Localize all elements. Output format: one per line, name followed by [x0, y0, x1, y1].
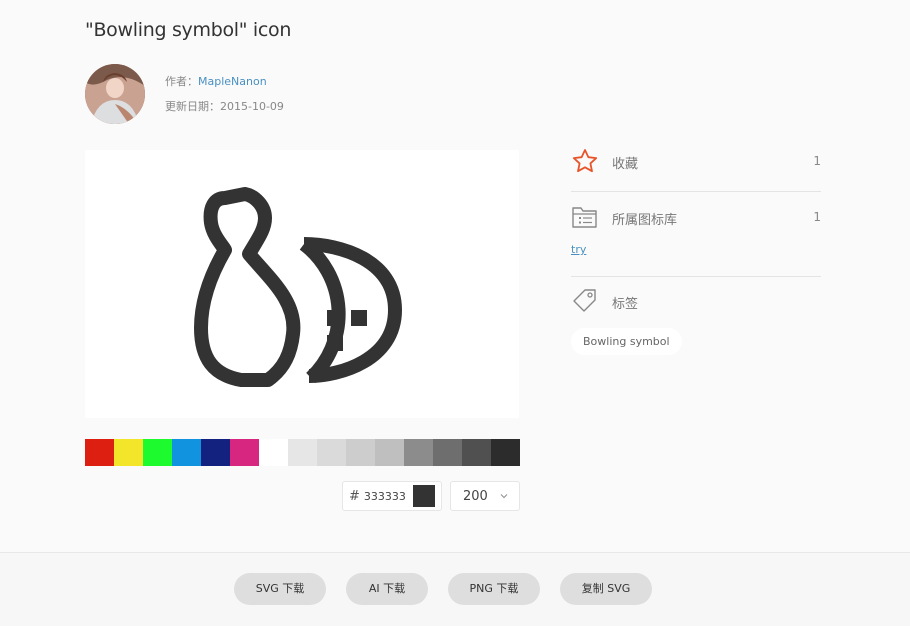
size-select[interactable]: 200	[450, 481, 520, 511]
folder-list-icon	[572, 207, 597, 228]
color-swatch[interactable]	[375, 439, 404, 466]
color-swatch[interactable]	[259, 439, 288, 466]
color-swatch[interactable]	[346, 439, 375, 466]
color-swatch[interactable]	[462, 439, 491, 466]
color-swatch[interactable]	[404, 439, 433, 466]
author-label: 作者：	[165, 75, 198, 88]
png-download-button[interactable]: PNG 下载	[448, 573, 540, 605]
color-swatch[interactable]	[143, 439, 172, 466]
avatar-image	[85, 64, 145, 124]
tag-icon	[573, 289, 596, 312]
color-swatch[interactable]	[317, 439, 346, 466]
hash-symbol: #	[349, 488, 360, 504]
update-date-line: 更新日期：2015-10-09	[165, 98, 284, 114]
favorite-label: 收藏	[612, 157, 639, 172]
color-swatch[interactable]	[172, 439, 201, 466]
color-swatch[interactable]	[433, 439, 462, 466]
tags-row: 标签	[571, 288, 821, 316]
favorite-count: 1	[813, 154, 821, 168]
chevron-down-icon	[500, 494, 508, 499]
svg-download-button[interactable]: SVG 下载	[234, 573, 326, 605]
library-link[interactable]: try	[571, 243, 586, 256]
color-swatch[interactable]	[230, 439, 259, 466]
author-line: 作者：MapleNanon	[165, 73, 267, 89]
divider	[571, 191, 821, 192]
ai-download-button[interactable]: AI 下载	[346, 573, 428, 605]
library-count: 1	[813, 210, 821, 224]
tag-pill[interactable]: Bowling symbol	[571, 328, 682, 355]
divider	[571, 276, 821, 277]
color-hex-field[interactable]: # 333333	[342, 481, 442, 511]
color-swatch[interactable]	[114, 439, 143, 466]
library-row: 所属图标库 1	[571, 204, 821, 232]
color-hex-input[interactable]: 333333	[360, 490, 406, 503]
size-value: 200	[463, 488, 488, 504]
color-swatch[interactable]	[85, 439, 114, 466]
color-swatch[interactable]	[491, 439, 520, 466]
color-palette	[85, 439, 520, 466]
tags-label: 标签	[612, 297, 639, 312]
bowling-symbol-icon	[194, 187, 403, 387]
update-date: 2015-10-09	[220, 100, 284, 113]
color-swatch[interactable]	[201, 439, 230, 466]
star-icon[interactable]	[571, 148, 599, 174]
color-preview-swatch[interactable]	[413, 485, 435, 507]
library-label: 所属图标库	[612, 213, 678, 228]
color-swatch[interactable]	[288, 439, 317, 466]
date-label: 更新日期：	[165, 100, 220, 113]
copy-svg-button[interactable]: 复制 SVG	[560, 573, 652, 605]
author-avatar[interactable]	[85, 64, 145, 124]
icon-preview	[85, 150, 519, 418]
favorite-row[interactable]: 收藏 1	[571, 148, 821, 176]
page-title: "Bowling symbol" icon	[85, 19, 292, 41]
author-link[interactable]: MapleNanon	[198, 75, 267, 88]
